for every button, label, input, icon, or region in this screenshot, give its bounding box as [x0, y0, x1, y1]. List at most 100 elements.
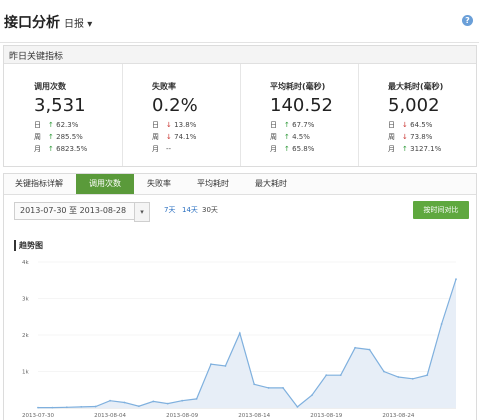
metric-change-day: 日 ↑ 62.3% — [34, 121, 79, 129]
detail-section-label: 关键指标详解 — [15, 179, 63, 188]
x-tick-label: 2013-08-24 — [382, 413, 414, 419]
data-point — [368, 348, 371, 351]
metric-change-week: 周 ↑ 4.5% — [270, 133, 310, 141]
arrow-up-icon: ↑ — [402, 145, 408, 153]
data-point — [137, 405, 140, 408]
quick-range-14d[interactable]: 14天 — [182, 205, 198, 215]
metric-title: 最大耗时(毫秒) — [388, 82, 444, 91]
summary-panel: 昨日关键指标 调用次数 3,531 日 ↑ 62.3% 周 ↑ 285.5% 月 ↑ … — [3, 45, 477, 167]
data-point — [181, 399, 184, 402]
data-point — [339, 374, 342, 377]
metric-value: 140.52 — [270, 95, 333, 116]
metric-card-avg-latency: 平均耗时(毫秒) 140.52 日 ↑ 67.7% 周 ↑ 4.5% 月 ↑ 65.8… — [240, 64, 359, 166]
tab-max-latency[interactable]: 最大耗时 — [242, 174, 300, 194]
data-point — [224, 365, 227, 367]
metric-change-day: 日 ↓ 64.5% — [388, 121, 433, 129]
x-tick-label: 2013-08-04 — [94, 413, 126, 419]
x-tick-label: 2013-08-19 — [310, 413, 342, 419]
trend-chart: 1k 2k 3k 4k 2013-07-30 2013-08-04 2013-08-09 2… — [22, 260, 457, 419]
data-point — [166, 402, 169, 405]
data-point — [310, 394, 313, 397]
y-tick-label: 2k — [22, 333, 29, 339]
data-point — [325, 374, 328, 377]
quick-range-30d[interactable]: 30天 — [202, 205, 218, 215]
metric-tab-bar: 关键指标详解 调用次数 失败率 平均耗时 最大耗时 — [4, 174, 476, 195]
arrow-up-icon: ↑ — [284, 121, 290, 129]
metric-card-calls: 调用次数 3,531 日 ↑ 62.3% 周 ↑ 285.5% 月 ↑ 6823.5% — [4, 64, 123, 166]
data-point — [282, 387, 284, 389]
arrow-up-icon: ↑ — [48, 133, 54, 141]
metric-value: 3,531 — [34, 95, 86, 116]
metric-title: 失败率 — [152, 82, 176, 91]
metric-change-week: 周 ↓ 74.1% — [152, 133, 197, 141]
data-point — [109, 399, 111, 402]
tab-failure-rate[interactable]: 失败率 — [134, 174, 184, 194]
data-point — [210, 363, 212, 366]
arrow-down-icon: ↓ — [402, 121, 408, 129]
data-point — [123, 401, 126, 404]
metric-change-month: 月 ↑ 6823.5% — [34, 145, 88, 153]
y-tick-label: 4k — [22, 260, 29, 266]
data-point — [354, 346, 357, 349]
arrow-up-icon: ↑ — [284, 145, 290, 153]
metric-change-week: 周 ↓ 73.8% — [388, 133, 433, 141]
date-separator: 至 — [69, 206, 78, 215]
metric-change-day: 日 ↓ 13.8% — [152, 121, 197, 129]
chevron-down-icon: ▾ — [140, 208, 144, 216]
x-tick-label: 2013-08-09 — [166, 413, 198, 419]
metric-value: 0.2% — [152, 95, 198, 116]
detail-panel: 关键指标详解 调用次数 失败率 平均耗时 最大耗时 2013-07-30 至 2… — [3, 173, 477, 420]
arrow-up-icon: ↑ — [48, 145, 54, 153]
help-icon[interactable]: ? — [462, 15, 473, 26]
data-point — [440, 323, 443, 325]
report-range-label: 日报 — [64, 19, 84, 30]
metric-title: 平均耗时(毫秒) — [270, 82, 326, 91]
arrow-down-icon: ↓ — [166, 133, 172, 141]
report-range-dropdown[interactable]: 日报 ▾ — [64, 15, 92, 30]
metric-value: 5,002 — [388, 95, 440, 116]
data-point — [411, 377, 414, 380]
x-tick-label: 2013-07-30 — [22, 413, 54, 419]
metric-card-max-latency: 最大耗时(毫秒) 5,002 日 ↓ 64.5% 周 ↓ 73.8% 月 ↑ 3127… — [358, 64, 476, 166]
arrow-down-icon: ↓ — [402, 133, 408, 141]
date-to: 2013-08-28 — [79, 206, 127, 215]
data-point — [94, 405, 97, 408]
metric-card-failure-rate: 失败率 0.2% 日 ↓ 13.8% 周 ↓ 74.1% 月 -- — [122, 64, 241, 166]
quick-range-7d[interactable]: 7天 — [164, 205, 175, 215]
chart-title: 趋势图 — [14, 240, 43, 251]
arrow-up-icon: ↑ — [48, 121, 54, 129]
data-point — [253, 383, 256, 386]
date-range-input[interactable]: 2013-07-30 至 2013-08-28 — [14, 202, 136, 220]
date-range-dropdown[interactable]: ▾ — [134, 202, 150, 222]
y-tick-label: 3k — [22, 297, 29, 303]
metric-change-month: 月 ↑ 3127.1% — [388, 145, 442, 153]
summary-panel-header: 昨日关键指标 — [4, 46, 476, 64]
arrow-down-icon: ↓ — [166, 121, 172, 129]
data-point — [426, 374, 429, 377]
data-point — [37, 406, 39, 409]
metric-change-month: 月 -- — [152, 145, 172, 153]
date-from: 2013-07-30 — [20, 206, 67, 215]
arrow-up-icon: ↑ — [284, 133, 290, 141]
data-point — [195, 397, 198, 400]
tab-avg-latency[interactable]: 平均耗时 — [184, 174, 242, 194]
chevron-down-icon: ▾ — [87, 19, 93, 30]
data-point — [65, 406, 68, 409]
page-header: 接口分析 日报 ▾ ? — [0, 0, 479, 43]
data-point — [51, 406, 54, 409]
metric-change-month: 月 ↑ 65.8% — [270, 145, 315, 153]
y-tick-label: 1k — [22, 370, 29, 376]
metric-change-day: 日 ↑ 67.7% — [270, 121, 315, 129]
data-point — [296, 406, 299, 408]
data-point — [455, 278, 457, 281]
tab-calls[interactable]: 调用次数 — [76, 174, 134, 194]
summary-panel-title: 昨日关键指标 — [9, 52, 64, 62]
page-title: 接口分析 — [4, 15, 60, 31]
x-tick-label: 2013-08-14 — [238, 413, 270, 419]
compare-by-time-button[interactable]: 按时间对比 — [413, 201, 469, 219]
data-point — [267, 387, 270, 389]
data-point — [238, 332, 241, 335]
metric-title: 调用次数 — [34, 82, 66, 91]
data-point — [152, 400, 155, 403]
data-point — [383, 370, 385, 373]
